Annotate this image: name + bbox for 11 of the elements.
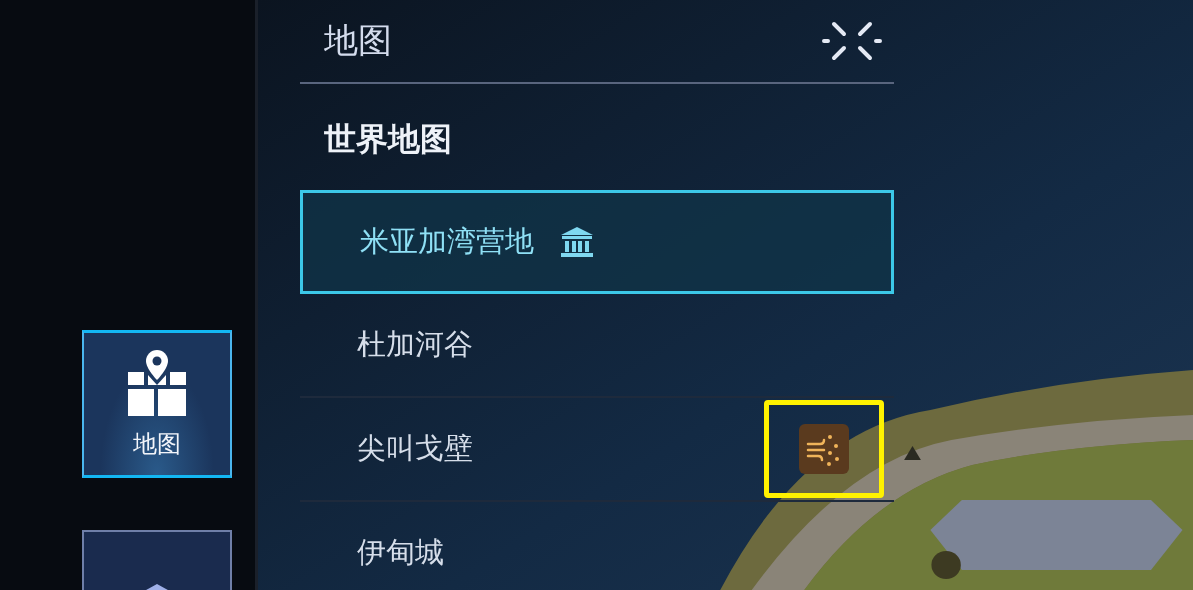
map-list-item[interactable]: 米亚加湾营地 bbox=[300, 190, 894, 294]
bank-icon bbox=[560, 226, 594, 258]
map-list-item[interactable]: 杜加河谷 bbox=[300, 294, 894, 398]
wind-icon bbox=[799, 424, 849, 474]
panel-title: 地图 bbox=[324, 19, 392, 62]
nav-tab[interactable]: 地图 bbox=[82, 330, 232, 478]
collapse-icon[interactable] bbox=[822, 20, 882, 62]
map-list-item[interactable]: 尖叫戈壁 bbox=[300, 398, 894, 502]
section-heading: 世界地图 bbox=[324, 119, 453, 160]
map-pin-icon bbox=[126, 348, 188, 418]
map-list-item[interactable]: 伊甸城 bbox=[300, 502, 894, 590]
